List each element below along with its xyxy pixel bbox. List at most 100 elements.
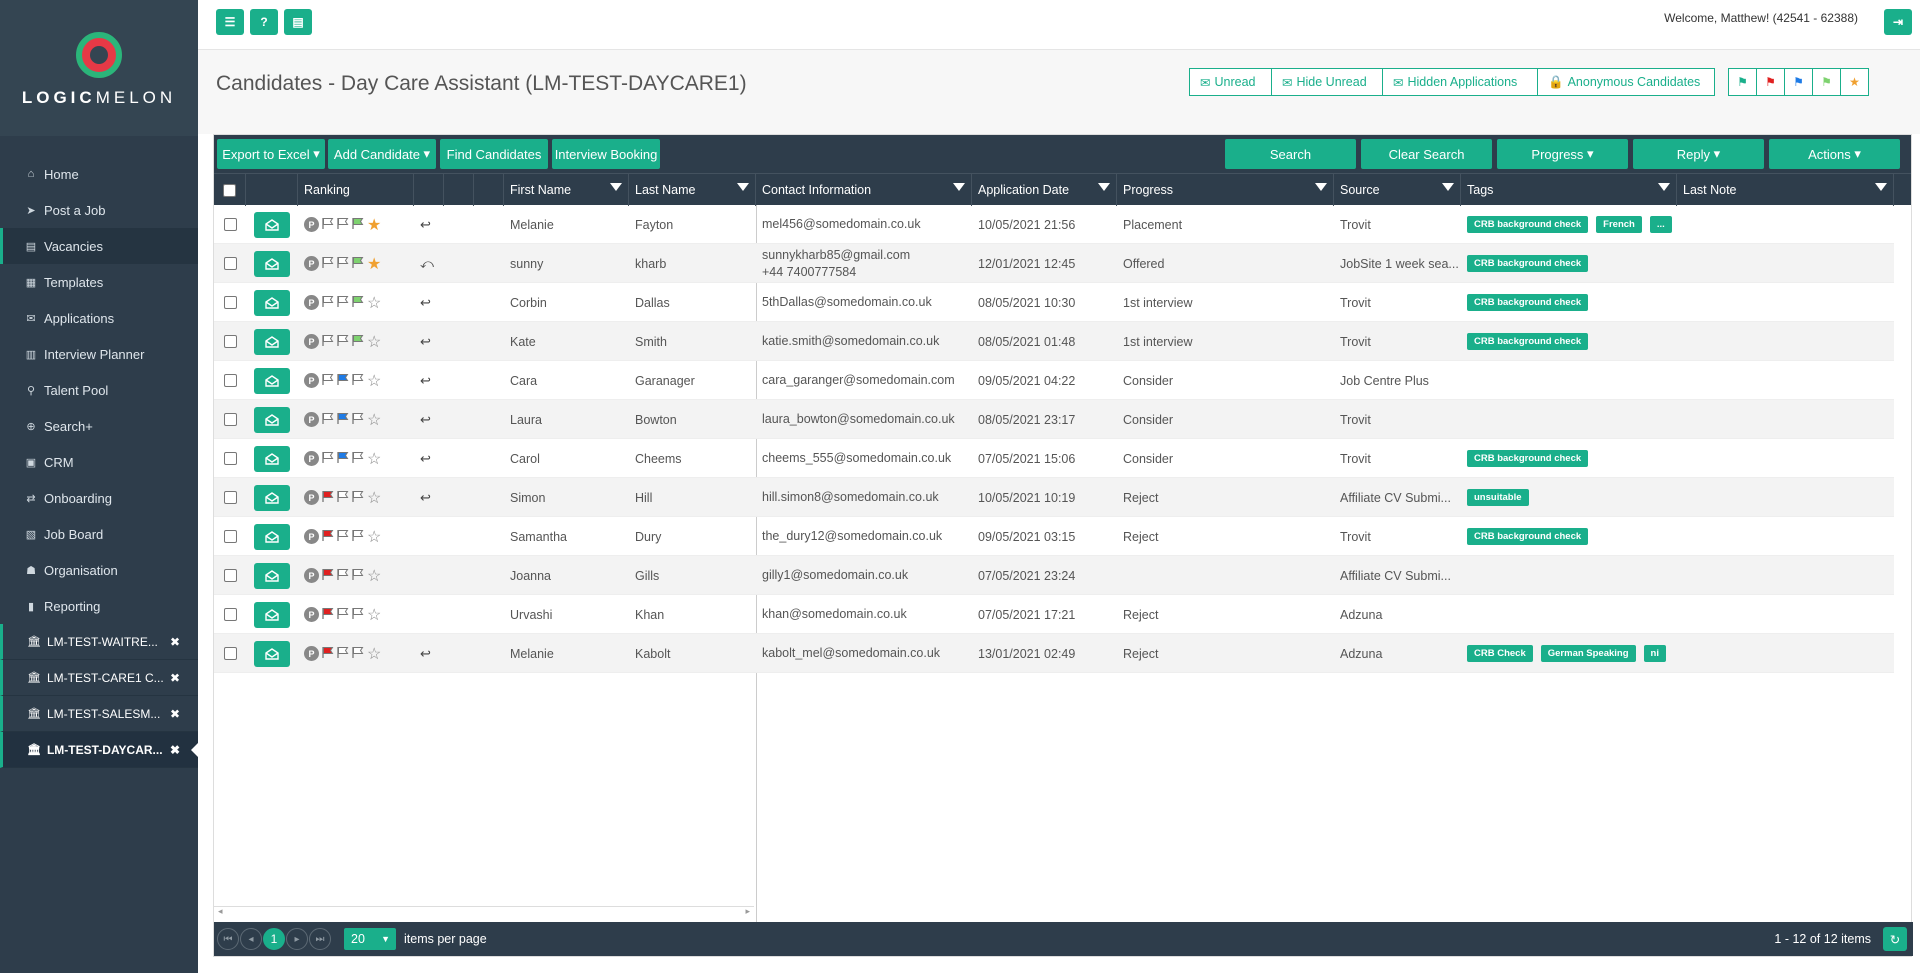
- open-application-button[interactable]: [254, 406, 290, 433]
- priority-badge[interactable]: P: [304, 646, 319, 661]
- reply-icon[interactable]: ↩: [420, 451, 431, 467]
- date-column-header[interactable]: Application Date: [972, 174, 1117, 206]
- scroll-right-icon[interactable]: ▸: [745, 906, 750, 917]
- table-row[interactable]: P ☆ ↩ Simon Hill hill.simon8@somedomain.co.uk…: [214, 478, 1894, 517]
- row-checkbox[interactable]: [223, 335, 237, 348]
- star-empty-icon[interactable]: ☆: [367, 371, 381, 391]
- open-application-button[interactable]: [254, 211, 290, 238]
- priority-badge[interactable]: P: [304, 607, 319, 622]
- first-page-button[interactable]: ⏮: [217, 928, 239, 950]
- flag-blue-icon[interactable]: [337, 256, 349, 272]
- tag-badge[interactable]: ...: [1649, 216, 1672, 233]
- interview-booking-button[interactable]: Interview Booking: [552, 139, 660, 169]
- open-application-button[interactable]: [254, 445, 290, 472]
- flag-red-icon[interactable]: [322, 295, 334, 311]
- star-empty-icon[interactable]: ☆: [367, 293, 381, 313]
- tag-badge[interactable]: German Speaking: [1540, 645, 1636, 662]
- flag-blue-icon[interactable]: [337, 607, 349, 623]
- nav-item-talent-pool[interactable]: ⚲ Talent Pool: [0, 372, 198, 408]
- flag-filter-button[interactable]: ⚑: [1728, 68, 1757, 96]
- reply-icon[interactable]: ↩: [420, 412, 431, 428]
- logo[interactable]: LOGICMELON: [0, 0, 198, 136]
- table-row[interactable]: P ☆ ↩ Cara Garanager cara_garanger@somedomain…: [214, 361, 1894, 400]
- add-candidate-button[interactable]: Add Candidate ▾: [328, 139, 436, 169]
- close-icon[interactable]: ✖: [170, 707, 180, 721]
- logout-button[interactable]: ⇥: [1884, 9, 1912, 35]
- search-button[interactable]: Search: [1225, 139, 1356, 169]
- flag-blue-icon[interactable]: [337, 490, 349, 506]
- row-checkbox[interactable]: [223, 257, 237, 270]
- progress-button[interactable]: Progress ▾: [1497, 139, 1628, 169]
- nav-item-job-board[interactable]: ▧ Job Board: [0, 516, 198, 552]
- priority-badge[interactable]: P: [304, 568, 319, 583]
- table-row[interactable]: P ☆ Samantha Dury the_dury12@somedomain.co.u…: [214, 517, 1894, 556]
- nav-item-post-a-job[interactable]: ➤ Post a Job: [0, 192, 198, 228]
- row-checkbox[interactable]: [223, 413, 237, 426]
- priority-badge[interactable]: P: [304, 373, 319, 388]
- priority-badge[interactable]: P: [304, 412, 319, 427]
- reply-button[interactable]: Reply ▾: [1633, 139, 1764, 169]
- progress-column-header[interactable]: Progress: [1117, 174, 1334, 206]
- filter-icon[interactable]: [1658, 183, 1670, 191]
- filter-icon[interactable]: [1098, 183, 1110, 191]
- reply-icon[interactable]: ↩: [420, 217, 431, 233]
- flag-red-icon[interactable]: [322, 568, 334, 584]
- priority-badge[interactable]: P: [304, 334, 319, 349]
- flag-red-icon[interactable]: [322, 334, 334, 350]
- vacancy-tab[interactable]: 🏛 LM-TEST-SALESM... ✖: [0, 696, 198, 732]
- tag-badge[interactable]: unsuitable: [1467, 489, 1529, 506]
- open-application-button[interactable]: [254, 484, 290, 511]
- star-empty-icon[interactable]: ☆: [367, 605, 381, 625]
- nav-item-interview-planner[interactable]: ▥ Interview Planner: [0, 336, 198, 372]
- scroll-left-icon[interactable]: ◂: [218, 906, 223, 917]
- clear-search-button[interactable]: Clear Search: [1361, 139, 1492, 169]
- star-empty-icon[interactable]: ☆: [367, 527, 381, 547]
- tag-badge[interactable]: CRB background check: [1467, 294, 1589, 311]
- next-page-button[interactable]: ▸: [286, 928, 308, 950]
- nav-item-applications[interactable]: ✉ Applications: [0, 300, 198, 336]
- open-application-button[interactable]: [254, 601, 290, 628]
- nav-item-organisation[interactable]: ☗ Organisation: [0, 552, 198, 588]
- flag-green-icon[interactable]: [352, 529, 364, 545]
- source-column-header[interactable]: Source: [1334, 174, 1461, 206]
- tag-badge[interactable]: French: [1596, 216, 1642, 233]
- open-application-button[interactable]: [254, 250, 290, 277]
- flag-blue-icon[interactable]: [337, 646, 349, 662]
- reply-all-icon[interactable]: ⤺: [420, 256, 434, 272]
- last-note-column-header[interactable]: Last Note: [1677, 174, 1894, 206]
- nav-item-crm[interactable]: ▣ CRM: [0, 444, 198, 480]
- vacancy-tab[interactable]: 🏛 LM-TEST-CARE1 C... ✖: [0, 660, 198, 696]
- priority-badge[interactable]: P: [304, 451, 319, 466]
- row-checkbox[interactable]: [223, 530, 237, 543]
- open-application-button[interactable]: [254, 562, 290, 589]
- table-row[interactable]: P ☆ Urvashi Khan khan@somedomain.co.uk 07/05/…: [214, 595, 1894, 634]
- flag-green-icon[interactable]: [352, 256, 364, 272]
- find-candidates-button[interactable]: Find Candidates: [440, 139, 548, 169]
- last-name-column-header[interactable]: Last Name: [629, 174, 756, 206]
- flag-red-icon[interactable]: [322, 217, 334, 233]
- table-row[interactable]: P ☆ ↩ Laura Bowton laura_bowton@somedomain.co…: [214, 400, 1894, 439]
- priority-badge[interactable]: P: [304, 295, 319, 310]
- table-row[interactable]: P ☆ ↩ Kate Smith katie.smith@somedomain.co.uk…: [214, 322, 1894, 361]
- star-empty-icon[interactable]: ☆: [367, 644, 381, 664]
- ranking-column-header[interactable]: Ranking: [298, 174, 414, 206]
- star-empty-icon[interactable]: ☆: [367, 488, 381, 508]
- flag-red-icon[interactable]: [322, 373, 334, 389]
- vacancy-tab[interactable]: 🏛 LM-TEST-WAITRE... ✖: [0, 624, 198, 660]
- star-empty-icon[interactable]: ☆: [367, 566, 381, 586]
- nav-item-onboarding[interactable]: ⇄ Onboarding: [0, 480, 198, 516]
- open-application-button[interactable]: [254, 367, 290, 394]
- flag-blue-icon[interactable]: [337, 295, 349, 311]
- star-filled-icon[interactable]: ★: [367, 215, 381, 235]
- filter-hidden-applications-button[interactable]: ✉ Hidden Applications: [1382, 68, 1538, 96]
- page-button-current[interactable]: 1: [263, 928, 285, 950]
- refresh-button[interactable]: ↻: [1883, 927, 1907, 951]
- last-page-button[interactable]: ⏭: [309, 928, 331, 950]
- flag-green-icon[interactable]: [352, 607, 364, 623]
- star-empty-icon[interactable]: ☆: [367, 410, 381, 430]
- row-checkbox[interactable]: [223, 491, 237, 504]
- filter-icon[interactable]: [953, 183, 965, 191]
- star-filled-icon[interactable]: ★: [367, 254, 381, 274]
- flag-green-icon[interactable]: [352, 490, 364, 506]
- filter-icon[interactable]: [1875, 183, 1887, 191]
